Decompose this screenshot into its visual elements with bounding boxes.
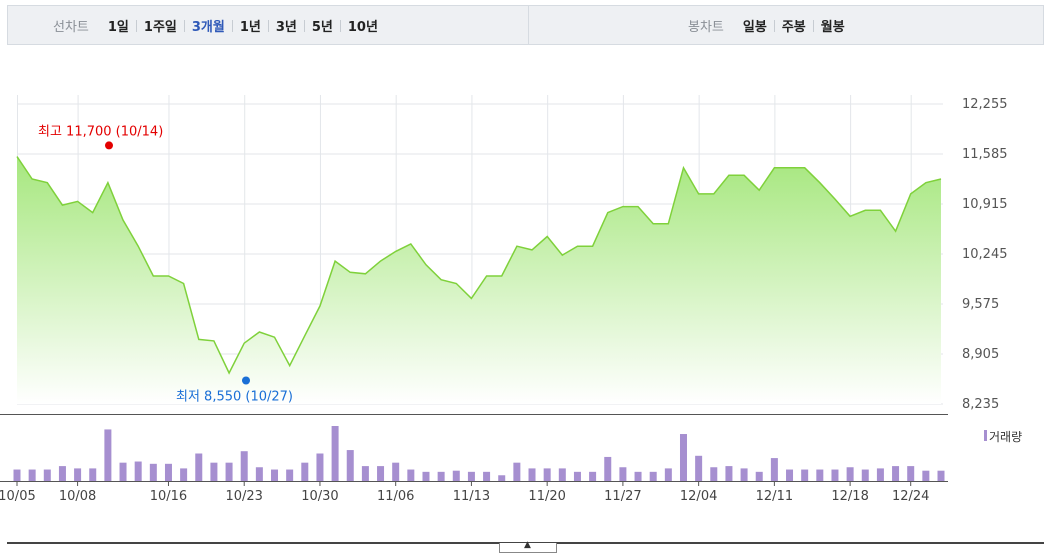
- volume-bar: [210, 462, 218, 481]
- volume-bar: [755, 471, 763, 481]
- volume-bar: [922, 470, 930, 481]
- volume-bar: [377, 466, 385, 481]
- volume-bar: [28, 469, 36, 481]
- volume-bar: [543, 468, 551, 481]
- volume-bar: [816, 469, 824, 481]
- low-price-label: 최저 8,550 (10/27): [176, 389, 293, 404]
- volume-bar: [861, 469, 869, 481]
- volume-bar: [240, 451, 248, 481]
- caret-up-icon: ▲: [524, 540, 531, 550]
- volume-bar: [437, 471, 445, 481]
- volume-bar: [407, 469, 415, 481]
- x-tick-label: 11/13: [453, 489, 490, 504]
- volume-bar: [225, 462, 233, 481]
- volume-bar: [316, 453, 324, 481]
- volume-bar: [180, 468, 188, 481]
- volume-bar: [58, 466, 66, 481]
- volume-bar: [89, 468, 97, 481]
- volume-legend-swatch: [984, 430, 987, 441]
- y-tick-label: 10,915: [962, 197, 1008, 212]
- x-tick-label: 10/08: [59, 489, 96, 504]
- y-tick-label: 10,245: [962, 247, 1008, 262]
- volume-bar: [786, 469, 794, 481]
- volume-bar: [558, 468, 566, 481]
- volume-bar: [892, 466, 900, 481]
- volume-bar: [740, 468, 748, 481]
- volume-bar: [649, 471, 657, 481]
- volume-bar: [725, 466, 733, 481]
- volume-bar: [361, 466, 369, 481]
- volume-bar: [634, 471, 642, 481]
- volume-bar: [846, 467, 854, 481]
- x-tick-label: 11/06: [377, 489, 414, 504]
- volume-bar: [604, 456, 612, 481]
- volume-bar: [679, 434, 687, 481]
- volume-bar: [876, 468, 884, 481]
- y-axis-ticks: 12,255 11,585 10,915 10,245 9,575 8,905 8,235: [962, 97, 1008, 412]
- volume-legend-label: 거래량: [989, 430, 1022, 444]
- volume-bar: [13, 469, 21, 481]
- x-axis-ticks: 10/05 10/08 10/16 10/23 10/30 11/06 11/13 11/20…: [0, 481, 929, 504]
- volume-bar: [619, 467, 627, 481]
- y-tick-label: 9,575: [962, 297, 999, 312]
- high-price-marker: [105, 141, 113, 150]
- x-tick-label: 10/05: [0, 489, 36, 504]
- volume-bar: [255, 467, 263, 481]
- volume-bar: [74, 468, 82, 481]
- volume-bar: [528, 468, 536, 481]
- y-tick-label: 8,905: [962, 347, 999, 362]
- volume-bar: [392, 462, 400, 481]
- volume-bar: [907, 466, 915, 481]
- volume-bar: [301, 462, 309, 481]
- x-tick-label: 10/23: [225, 489, 262, 504]
- volume-bar: [286, 469, 294, 481]
- volume-bar: [664, 468, 672, 481]
- x-tick-label: 10/30: [301, 489, 338, 504]
- volume-bar: [134, 461, 142, 481]
- volume-bar: [467, 471, 475, 481]
- y-tick-label: 12,255: [962, 97, 1008, 112]
- volume-bar: [710, 467, 718, 481]
- price-area: [17, 156, 941, 404]
- price-chart: 12,25511,58510,91510,2459,5758,9058,235 …: [0, 95, 1022, 504]
- volume-bar: [831, 469, 839, 481]
- x-tick-label: 12/24: [892, 489, 929, 504]
- x-tick-label: 11/27: [604, 489, 641, 504]
- volume-bar: [589, 471, 597, 481]
- volume-bar: [770, 458, 778, 481]
- volume-bar: [573, 471, 581, 481]
- volume-bar: [513, 462, 521, 481]
- volume-bar: [695, 455, 703, 481]
- high-annotation: 최고 11,700 (10/14): [38, 124, 163, 150]
- volume-bar: [104, 429, 112, 481]
- volume-bars: [13, 426, 945, 481]
- x-tick-label: 12/11: [756, 489, 793, 504]
- volume-bar: [937, 470, 945, 481]
- x-tick-label: 11/20: [528, 489, 565, 504]
- volume-bar: [483, 471, 491, 481]
- volume-bar: [119, 462, 127, 481]
- collapse-toggle[interactable]: ▲: [499, 540, 557, 553]
- y-tick-label: 11,585: [962, 147, 1008, 162]
- x-tick-label: 12/18: [831, 489, 868, 504]
- low-price-marker: [242, 376, 250, 385]
- y-tick-label: 8,235: [962, 397, 999, 412]
- volume-bar: [346, 450, 354, 481]
- volume-bar: [452, 470, 460, 481]
- volume-bar: [43, 469, 51, 481]
- volume-bar: [422, 471, 430, 481]
- volume-bar: [498, 475, 506, 481]
- high-price-label: 최고 11,700 (10/14): [38, 124, 163, 139]
- volume-bar: [801, 469, 809, 481]
- volume-bar: [164, 463, 172, 481]
- volume-bar: [149, 463, 157, 481]
- volume-bar: [331, 426, 339, 481]
- volume-bar: [271, 469, 279, 481]
- x-tick-label: 12/04: [680, 489, 717, 504]
- x-tick-label: 10/16: [150, 489, 187, 504]
- volume-legend: 거래량: [984, 430, 1022, 444]
- volume-bar: [195, 453, 203, 481]
